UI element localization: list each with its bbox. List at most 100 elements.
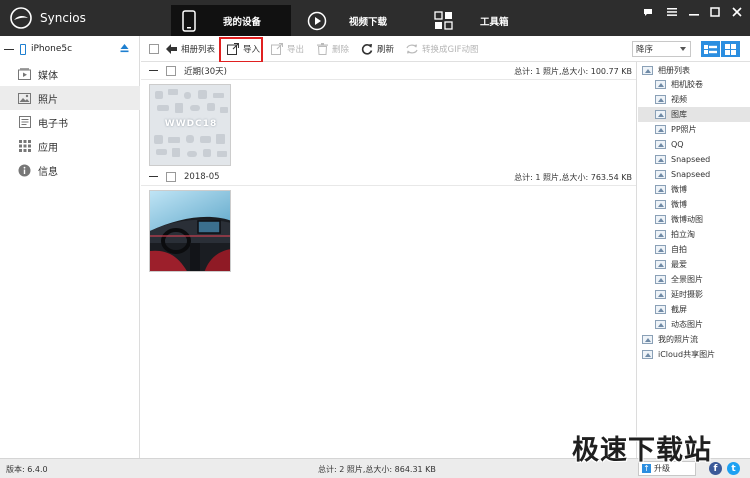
tab-toolbox[interactable]: 工具箱: [432, 5, 542, 36]
album-item[interactable]: 全景图片: [655, 272, 703, 287]
album-icon: [642, 350, 653, 359]
album-item[interactable]: 微博动图: [655, 212, 703, 227]
group-checkbox[interactable]: [166, 65, 176, 76]
album-panel: 相册列表 相机胶卷 视频 图库 PP照片 QQ Snapseed Snapsee…: [636, 62, 750, 458]
apps-grid-icon: [18, 140, 31, 153]
group-checkbox[interactable]: [166, 171, 176, 182]
album-icon: [655, 200, 666, 209]
album-label: 全景图片: [671, 275, 703, 284]
album-item[interactable]: 相机胶卷: [655, 77, 703, 92]
collapse-icon[interactable]: [149, 70, 158, 71]
album-item[interactable]: 微博: [655, 197, 687, 212]
tab-my-device[interactable]: 我的设备: [171, 5, 291, 36]
sidebar-item-apps[interactable]: 应用: [0, 134, 140, 158]
album-label: 截屏: [671, 305, 687, 314]
tab-toolbox-label: 工具箱: [480, 16, 509, 28]
convert-gif-button[interactable]: 转换成GIF动图: [406, 40, 478, 58]
close-icon[interactable]: [729, 5, 745, 19]
sidebar-item-messages[interactable]: 信息: [0, 158, 140, 182]
album-icon: [655, 215, 666, 224]
album-item-selected[interactable]: 图库: [638, 107, 750, 122]
album-item[interactable]: 最爱: [655, 257, 687, 272]
video-icon: [655, 95, 666, 104]
tab-video-download[interactable]: 视频下载: [305, 5, 415, 36]
app-window: Syncios 我的设备 视频下载 工具箱 iPhone5c 媒体 照片 电子书…: [0, 0, 750, 478]
phone-icon: [177, 9, 201, 33]
maximize-icon[interactable]: [707, 5, 723, 19]
play-circle-icon: [305, 9, 329, 33]
album-icloud-shared[interactable]: iCloud共享图片: [642, 347, 715, 362]
tab-my-device-label: 我的设备: [223, 16, 262, 28]
album-label: 视频: [671, 95, 687, 104]
album-item[interactable]: 微博: [655, 182, 687, 197]
album-label: QQ: [671, 140, 684, 149]
album-item[interactable]: 拍立淘: [655, 227, 695, 242]
album-label: 延时摄影: [671, 290, 703, 299]
media-icon: [18, 68, 31, 81]
album-item[interactable]: 视频: [655, 92, 687, 107]
album-item[interactable]: 延时摄影: [655, 287, 703, 302]
export-button[interactable]: 导出: [271, 40, 304, 58]
export-label: 导出: [287, 45, 305, 55]
device-phone-icon: [20, 43, 26, 55]
album-item[interactable]: 动态图片: [655, 317, 703, 332]
album-label: Snapseed: [671, 170, 711, 179]
album-item[interactable]: 截屏: [655, 302, 687, 317]
grid-view-icon: [725, 43, 736, 55]
toolbar: 相册列表 导入 导出 删除 刷新 转换成GIF动图 降序: [141, 36, 750, 63]
sort-select-value: 降序: [636, 45, 654, 55]
photo-thumbnail[interactable]: WWDC18: [149, 84, 231, 166]
album-item[interactable]: Snapseed: [655, 152, 710, 167]
album-icon: [655, 170, 666, 179]
delete-button[interactable]: 删除: [316, 40, 349, 58]
app-title: Syncios: [40, 11, 86, 25]
export-icon: [271, 43, 283, 55]
album-icon: [655, 230, 666, 239]
sidebar-item-media[interactable]: 媒体: [0, 62, 140, 86]
album-icon: [655, 110, 666, 119]
album-photo-stream[interactable]: 我的照片流: [642, 332, 698, 347]
sidebar-item-photos[interactable]: 照片: [0, 86, 140, 110]
album-label: 微博: [671, 200, 687, 209]
album-root[interactable]: 相册列表: [642, 63, 690, 78]
grid-view-button[interactable]: [721, 41, 740, 57]
device-row[interactable]: iPhone5c: [0, 40, 140, 58]
album-item[interactable]: Snapseed: [655, 167, 710, 182]
group-title: 近期(30天): [184, 66, 227, 77]
delete-label: 删除: [332, 45, 350, 55]
album-icon: [655, 260, 666, 269]
album-icon: [642, 335, 653, 344]
sort-select[interactable]: 降序: [632, 41, 691, 57]
list-view-button[interactable]: [701, 41, 720, 57]
tab-video-download-label: 视频下载: [349, 16, 388, 28]
eject-icon[interactable]: [120, 43, 129, 53]
refresh-label: 刷新: [377, 45, 395, 55]
device-name: iPhone5c: [31, 44, 73, 54]
album-item[interactable]: QQ: [655, 137, 684, 152]
feedback-icon[interactable]: [640, 5, 656, 19]
refresh-button[interactable]: 刷新: [361, 40, 394, 58]
menu-icon[interactable]: [664, 5, 680, 19]
twitter-icon[interactable]: t: [727, 462, 740, 475]
album-list-button[interactable]: 相册列表: [165, 40, 215, 58]
album-label: 相册列表: [658, 66, 690, 75]
photo-thumbnail[interactable]: [149, 190, 231, 272]
trash-icon: [316, 43, 328, 55]
album-item[interactable]: 自拍: [655, 242, 687, 257]
select-all-checkbox[interactable]: [149, 40, 159, 58]
album-label: 微博: [671, 185, 687, 194]
sidebar: iPhone5c 媒体 照片 电子书 应用 信息: [0, 36, 140, 458]
group-header-2018-05: 2018-05 总计: 1 照片,总大小: 763.54 KB: [141, 168, 636, 186]
album-item[interactable]: PP照片: [655, 122, 697, 137]
group-total: 总计: 1 照片,总大小: 100.77 KB: [514, 67, 632, 76]
collapse-icon[interactable]: [149, 176, 158, 177]
album-icon: [655, 125, 666, 134]
minimize-icon[interactable]: [686, 5, 702, 19]
version-label: 版本: 6.4.0: [6, 465, 48, 474]
album-icon: [655, 320, 666, 329]
album-label: 自拍: [671, 245, 687, 254]
syncios-logo-icon: [10, 7, 32, 29]
collapse-icon[interactable]: [4, 48, 14, 50]
sidebar-item-ebooks[interactable]: 电子书: [0, 110, 140, 134]
album-label: 相机胶卷: [671, 80, 703, 89]
